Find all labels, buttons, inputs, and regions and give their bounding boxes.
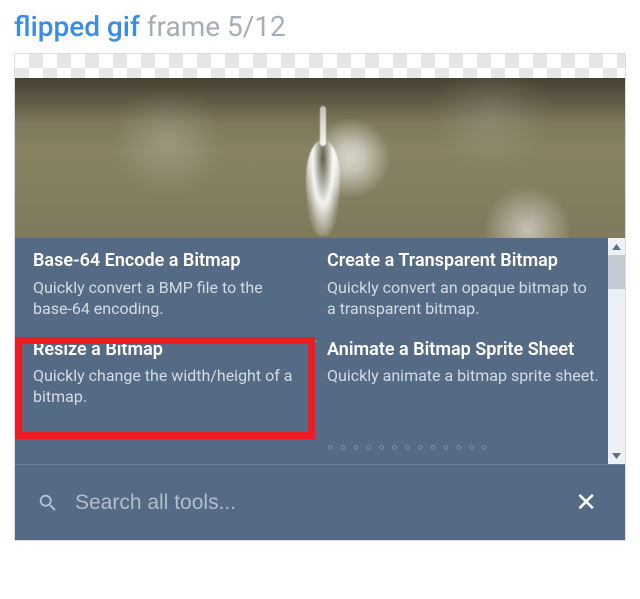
tools-column-left: Base-64 Encode a Bitmap Quickly convert … [15,238,319,464]
preview-frame: Base-64 Encode a Bitmap Quickly convert … [14,53,626,541]
gif-preview[interactable] [15,78,625,238]
cutoff-text: ◦ ◦ ◦ ◦ ◦ ◦ ◦ ◦ ◦ ◦ ◦ ◦ ◦ [327,437,489,458]
item-divider [32,341,317,342]
close-icon[interactable]: ✕ [569,482,603,524]
tool-desc: Quickly convert an opaque bitmap to a tr… [327,277,599,319]
tool-title: Create a Transparent Bitmap [327,250,599,273]
tool-title: Base-64 Encode a Bitmap [33,250,305,273]
search-input[interactable] [75,491,553,515]
scroll-thumb[interactable] [608,255,625,289]
search-icon [37,492,59,514]
tool-item-transparent[interactable]: Create a Transparent Bitmap Quickly conv… [327,250,599,319]
scroll-up-icon[interactable] [608,238,625,255]
tool-desc: Quickly change the width/height of a bit… [33,365,305,407]
tool-desc: Quickly animate a bitmap sprite sheet. [327,365,599,386]
water-drop-graphic [306,140,340,236]
tool-title: Animate a Bitmap Sprite Sheet [327,339,599,362]
scroll-down-icon[interactable] [608,447,625,464]
tools-panel: Base-64 Encode a Bitmap Quickly convert … [15,238,625,540]
tool-desc: Quickly convert a BMP file to the base-6… [33,277,305,319]
tool-title: Resize a Bitmap [33,339,305,362]
search-bar: ✕ [15,464,625,540]
tool-item-resize[interactable]: Resize a Bitmap Quickly change the width… [33,339,305,408]
frame-indicator: frame 5/12 [147,10,286,43]
tool-item-base64[interactable]: Base-64 Encode a Bitmap Quickly convert … [33,250,305,319]
transparency-checker [15,54,625,78]
title-name: flipped gif [14,10,140,43]
scrollbar[interactable] [608,238,625,464]
page-title: flipped gif frame 5/12 [14,10,626,43]
tools-column-right: Create a Transparent Bitmap Quickly conv… [319,238,625,464]
tool-item-animate[interactable]: Animate a Bitmap Sprite Sheet Quickly an… [327,339,599,387]
